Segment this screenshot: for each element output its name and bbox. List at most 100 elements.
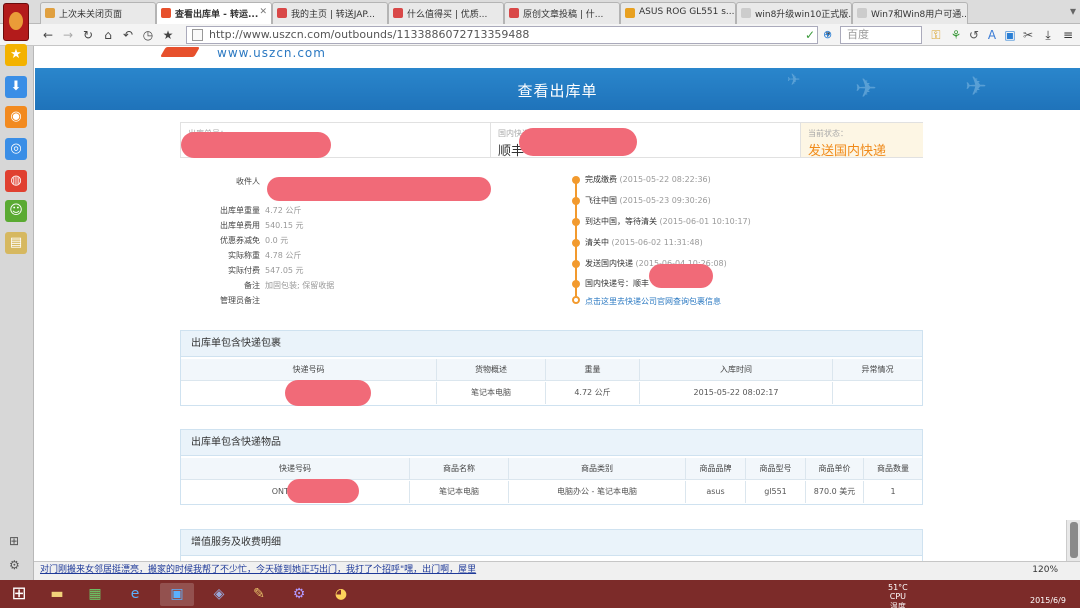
timeline-event: 清关中: [585, 238, 609, 247]
windows-start-icon[interactable]: ⊞: [2, 583, 36, 606]
column-header: 重量: [546, 359, 640, 381]
tab-label: ASUS ROG GL551 s...: [639, 7, 735, 17]
settings-gear-icon[interactable]: ⚙: [9, 558, 20, 572]
redaction-mark: [519, 128, 637, 156]
add-icon[interactable]: ⊞: [9, 534, 19, 548]
tab-label: Win7和Win8用户可通...: [871, 10, 968, 20]
download-arrow-icon[interactable]: ⬇: [5, 76, 27, 98]
column-header: 异常情况: [833, 359, 922, 381]
go-icon[interactable]: ✓: [805, 27, 815, 43]
tab-outbound[interactable]: 查看出库单 - 转运... ✕: [156, 2, 272, 25]
detail-label: 出库单费用: [220, 221, 260, 230]
baidu-icon: ⊕: [823, 28, 833, 41]
timeline-time: (2015-06-02 11:31:48): [611, 238, 703, 247]
vertical-scrollbar[interactable]: [1066, 520, 1080, 561]
status-ticker-link[interactable]: 对门刚搬来女邻居挺漂亮，搬家的时候我帮了不少忙，今天碰到她正巧出门，我打了个招呼…: [40, 562, 476, 579]
timeline-event: 发送国内快递: [585, 259, 633, 268]
table-cell: 1: [864, 481, 922, 503]
translate-icon[interactable]: A: [984, 27, 1000, 43]
track-express-link[interactable]: 点击这里去快递公司官网查询包裹信息: [585, 296, 721, 307]
extension-icon[interactable]: ⚘: [948, 27, 964, 43]
table-cell: 870.0 美元: [806, 481, 864, 503]
back-icon[interactable]: ←: [40, 27, 56, 43]
site-favicon-icon: [509, 8, 519, 18]
favorite-star-icon[interactable]: ★: [160, 27, 176, 43]
new-tab-icon[interactable]: ▾: [1070, 4, 1076, 18]
tab-post[interactable]: 原创文章投稿 | 什...: [504, 2, 620, 24]
browser-sidebar: ★ ⬇ ◉ ◎ ◍ ☺ ▤ ⊞ ⚙: [0, 44, 34, 580]
status-label: 当前状态：: [808, 129, 848, 138]
detail-value: 547.05 元: [265, 266, 304, 275]
column-header: 货物概述: [437, 359, 546, 381]
address-bar[interactable]: http://www.uszcn.com/outbounds/113388607…: [186, 26, 818, 44]
weibo-icon[interactable]: ◍: [5, 170, 27, 192]
column-header: 入库时间: [640, 359, 833, 381]
status-cell: 当前状态： 发送国内快递: [801, 123, 923, 159]
menu-icon[interactable]: ≡: [1060, 27, 1076, 43]
favorites-star-icon[interactable]: ★: [5, 44, 27, 66]
history-icon[interactable]: ◷: [140, 27, 156, 43]
close-tab-icon[interactable]: ✕: [259, 7, 267, 17]
file-explorer-icon[interactable]: ▬: [40, 583, 74, 606]
rss-icon[interactable]: ◉: [5, 106, 27, 128]
timeline-event: 完成缴费: [585, 175, 617, 184]
search-placeholder: 百度: [847, 28, 869, 41]
column-header: 商品单价: [806, 458, 864, 480]
column-header: 快递号码: [181, 458, 410, 480]
undo-close-icon[interactable]: ↺: [966, 27, 982, 43]
store-icon[interactable]: ▦: [78, 583, 112, 606]
tab-homepage[interactable]: 我的主页 | 转送JAP...: [272, 2, 388, 24]
services-panel-title: 增值服务及收费明细: [181, 530, 922, 556]
web-page: www.uszcn.com ✈ ✈ ✈ 查看出库单 出库单号： 国内快递号 顺丰…: [35, 46, 1080, 561]
redaction-mark: [181, 132, 331, 158]
gamepad-icon[interactable]: ◎: [5, 138, 27, 160]
redaction-mark: [285, 380, 371, 406]
timeline-event: 到达中国，等待清关: [585, 217, 657, 226]
timeline-dot-icon: [572, 280, 580, 288]
page-banner: ✈ ✈ ✈ 查看出库单: [35, 68, 1080, 110]
qq-icon[interactable]: ◕: [324, 583, 358, 606]
redaction-mark: [649, 264, 713, 288]
tab-label: 查看出库单 - 转运...: [175, 10, 259, 20]
tab-restore[interactable]: 上次未关闭页面: [40, 2, 156, 24]
internet-explorer-icon[interactable]: e: [118, 583, 152, 606]
detail-label: 收件人: [236, 177, 260, 186]
cpu-temp-value: 51°C: [888, 583, 908, 592]
table-cell: 电脑办公 - 笔记本电脑: [509, 481, 686, 503]
screenshot-icon[interactable]: ▣: [1002, 27, 1018, 43]
scrollbar-thumb[interactable]: [1070, 522, 1078, 558]
home-icon[interactable]: ⌂: [100, 27, 116, 43]
key-icon[interactable]: ⚿: [928, 27, 944, 43]
zoom-level[interactable]: 120%: [1032, 562, 1058, 579]
search-box[interactable]: ⊕ 百度: [823, 26, 922, 44]
column-header: 商品类别: [509, 458, 686, 480]
tab-win7[interactable]: Win7和Win8用户可通...: [852, 2, 968, 24]
undo-icon[interactable]: ↶: [120, 27, 136, 43]
refresh-icon[interactable]: ↻: [80, 27, 96, 43]
notes-icon[interactable]: ▤: [5, 232, 27, 254]
timeline-dot-icon: [572, 197, 580, 205]
settings-app-icon[interactable]: ⚙: [282, 583, 316, 606]
table-cell: 笔记本电脑: [437, 382, 546, 404]
tab-win10[interactable]: win8升级win10正式版...: [736, 2, 852, 24]
redaction-mark: [267, 177, 491, 201]
download-icon[interactable]: ⤓: [1040, 27, 1056, 43]
paint-icon[interactable]: ✎: [242, 583, 276, 606]
detail-label: 实际称重: [228, 251, 260, 260]
tab-label: 原创文章投稿 | 什...: [523, 10, 604, 20]
cpu-temp-widget[interactable]: 51°C CPU温度: [888, 583, 908, 608]
smiley-icon[interactable]: ☺: [5, 200, 27, 222]
folder-icon: [45, 8, 55, 18]
site-logo-url[interactable]: www.uszcn.com: [217, 46, 326, 60]
app-taskbar-icon[interactable]: ◈: [202, 583, 236, 606]
tools-icon[interactable]: ✂: [1020, 27, 1036, 43]
tab-smzdm[interactable]: 什么值得买 | 优质...: [388, 2, 504, 24]
forward-icon[interactable]: →: [60, 27, 76, 43]
detail-value: 4.72 公斤: [265, 206, 302, 215]
tab-label: win8升级win10正式版...: [755, 10, 852, 20]
browser-app-icon[interactable]: [3, 3, 29, 41]
system-date[interactable]: 2015/6/9: [1030, 596, 1066, 605]
tab-asus[interactable]: ASUS ROG GL551 s...: [620, 2, 736, 24]
site-logo-icon[interactable]: [160, 47, 200, 57]
browser-taskbar-icon[interactable]: ▣: [160, 583, 194, 606]
